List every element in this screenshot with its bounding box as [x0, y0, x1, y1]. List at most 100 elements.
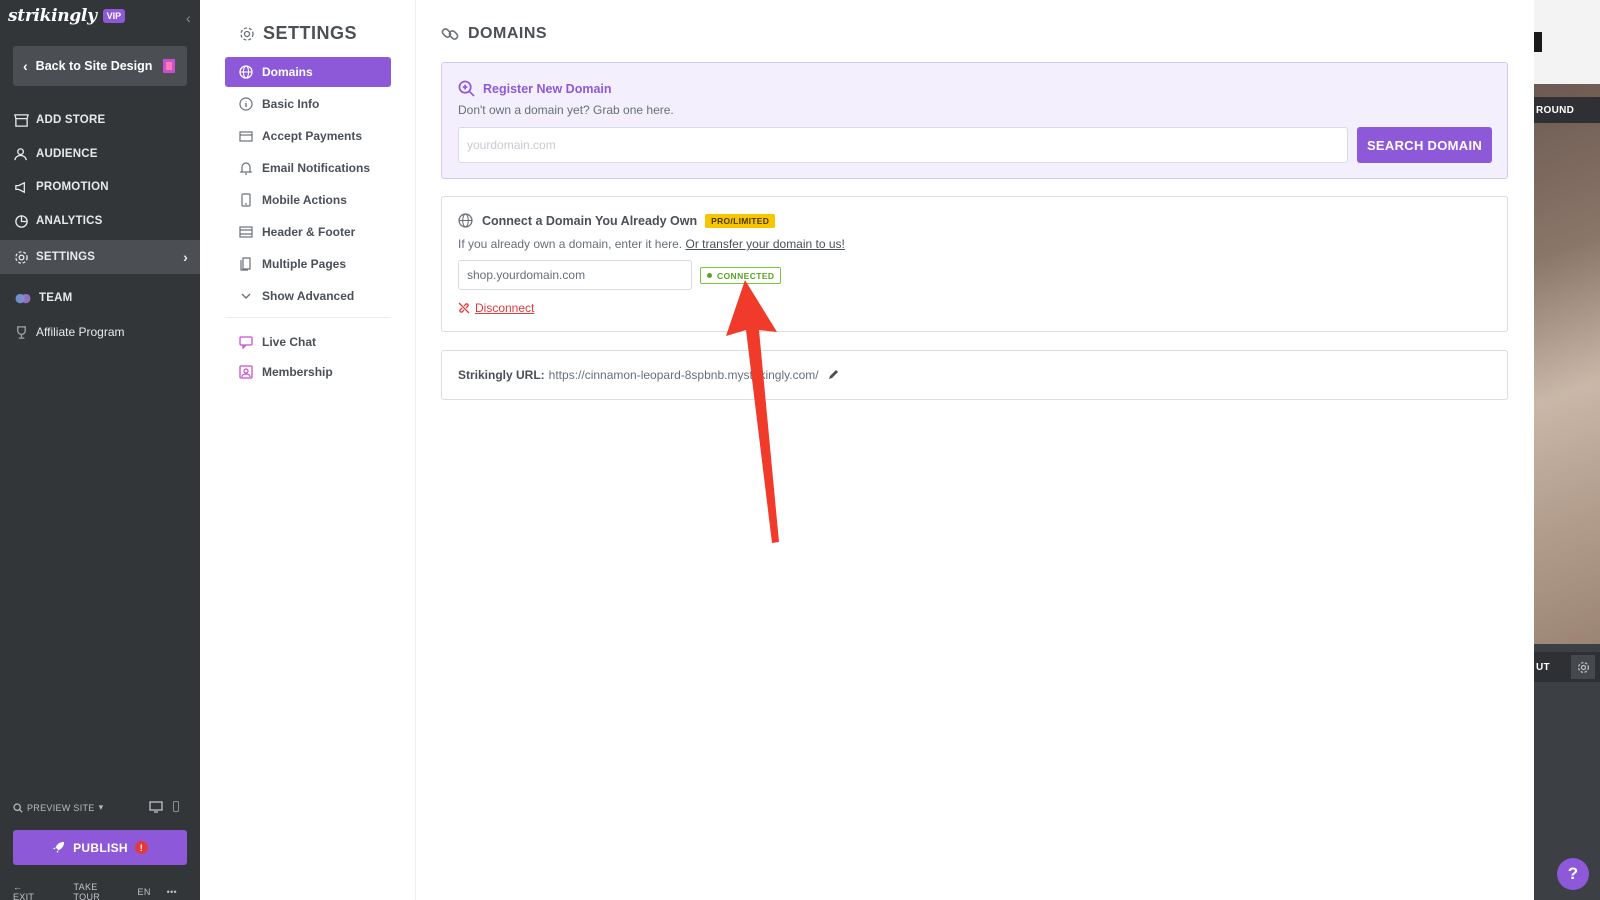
- settings-subnav: SETTINGS Domains Basic Info Accept Payme…: [200, 0, 416, 900]
- collapse-sidebar-icon[interactable]: ‹: [186, 10, 191, 26]
- preview-site-label: PREVIEW SITE: [27, 802, 95, 813]
- back-button-label: Back to Site Design: [35, 59, 153, 73]
- sidebar-item-promotion[interactable]: PROMOTION: [0, 170, 200, 204]
- settings-item-label: Membership: [262, 365, 333, 379]
- sidebar-item-audience[interactable]: AUDIENCE: [0, 137, 200, 171]
- gear-icon: [15, 250, 28, 264]
- settings-item-mobile-actions[interactable]: Mobile Actions: [225, 185, 391, 215]
- search-plus-icon: [458, 80, 475, 97]
- settings-item-label: Show Advanced: [262, 289, 355, 303]
- pencil-icon[interactable]: [827, 369, 839, 381]
- globe-icon: [239, 65, 253, 79]
- chat-icon: [239, 336, 253, 349]
- settings-item-live-chat[interactable]: Live Chat: [225, 327, 391, 357]
- pages-icon: [240, 257, 251, 271]
- language-selector[interactable]: EN: [138, 887, 151, 897]
- brand[interactable]: strikingly VIP: [8, 6, 126, 26]
- search-icon: [13, 802, 23, 813]
- disconnect-link[interactable]: Disconnect: [458, 301, 534, 315]
- unlink-icon: [458, 302, 470, 314]
- mobile-icon[interactable]: [173, 801, 179, 812]
- settings-item-basic-info[interactable]: Basic Info: [225, 89, 391, 119]
- connect-domain-card: Connect a Domain You Already Own PRO/LIM…: [441, 196, 1508, 332]
- design-icon: [163, 59, 175, 73]
- back-to-site-design-button[interactable]: ‹ Back to Site Design: [13, 46, 187, 86]
- publish-button[interactable]: PUBLISH !: [13, 830, 187, 865]
- sidebar-item-label: TEAM: [39, 292, 73, 304]
- search-domain-button[interactable]: SEARCH DOMAIN: [1357, 127, 1492, 163]
- device-toggle: [149, 801, 179, 813]
- chevron-down-icon: [241, 293, 251, 299]
- settings-item-multiple-pages[interactable]: Multiple Pages: [225, 249, 391, 279]
- custom-domain-input[interactable]: [458, 260, 692, 290]
- domains-panel: DOMAINS Register New Domain Don't own a …: [416, 0, 1534, 900]
- subnav-divider: [225, 317, 391, 318]
- preview-header: [1534, 0, 1600, 84]
- globe-icon: [458, 213, 473, 228]
- audience-icon: [14, 147, 27, 160]
- pro-limited-badge: PRO/LIMITED: [705, 213, 776, 228]
- info-icon: [239, 97, 253, 111]
- sidebar-item-label: ADD STORE: [36, 114, 106, 126]
- take-tour-button[interactable]: TAKE TOUR: [74, 882, 122, 900]
- settings-item-header-footer[interactable]: Header & Footer: [225, 217, 391, 247]
- settings-item-label: Header & Footer: [262, 225, 356, 239]
- page-title: DOMAINS: [440, 24, 547, 44]
- vip-badge: VIP: [102, 9, 126, 23]
- desktop-icon[interactable]: [149, 801, 163, 813]
- preview-layout-button[interactable]: UT: [1534, 652, 1600, 682]
- more-options-icon[interactable]: •••: [167, 887, 177, 897]
- register-domain-card: Register New Domain Don't own a domain y…: [441, 62, 1508, 179]
- link-icon: [441, 28, 459, 40]
- register-domain-label: Register New Domain: [483, 81, 612, 96]
- gear-icon[interactable]: [1571, 655, 1595, 679]
- settings-item-label: Accept Payments: [262, 129, 363, 143]
- page-title-label: DOMAINS: [468, 25, 548, 42]
- preview-background-button[interactable]: ROUND: [1534, 97, 1600, 123]
- settings-item-accept-payments[interactable]: Accept Payments: [225, 121, 391, 151]
- exit-label: EXIT: [13, 892, 35, 900]
- sidebar-item-label: AUDIENCE: [36, 148, 98, 160]
- connect-domain-title: Connect a Domain You Already Own PRO/LIM…: [458, 213, 776, 228]
- settings-title: SETTINGS: [239, 23, 357, 44]
- connected-status-label: CONNECTED: [717, 270, 775, 281]
- preview-layout-label: UT: [1536, 661, 1550, 673]
- rocket-icon: [53, 841, 65, 854]
- domain-search-input[interactable]: [458, 127, 1348, 163]
- strikingly-url-card: Strikingly URL: https://cinnamon-leopard…: [441, 350, 1508, 400]
- sidebar-item-add-store[interactable]: ADD STORE: [0, 103, 200, 137]
- sidebar-bottom-bar: ← EXIT TAKE TOUR EN •••: [13, 882, 193, 900]
- sidebar-item-label: Affiliate Program: [36, 325, 125, 339]
- settings-item-domains[interactable]: Domains: [225, 57, 391, 87]
- strikingly-url-value: https://cinnamon-leopard-8spbnb.mystriki…: [548, 368, 819, 382]
- mobile-icon: [241, 193, 251, 207]
- strikingly-logo: strikingly: [8, 6, 97, 26]
- sidebar-item-analytics[interactable]: ANALYTICS: [0, 204, 200, 238]
- preview-site-dropdown[interactable]: PREVIEW SITE ▾: [13, 802, 103, 813]
- layout-icon: [239, 226, 253, 238]
- settings-item-show-advanced[interactable]: Show Advanced: [225, 281, 391, 311]
- publish-label: PUBLISH: [73, 840, 128, 855]
- connect-domain-help-text: If you already own a domain, enter it he…: [458, 237, 683, 251]
- sidebar-item-team[interactable]: TEAM: [0, 281, 200, 315]
- settings-item-label: Email Notifications: [262, 161, 371, 175]
- settings-title-label: SETTINGS: [263, 23, 358, 43]
- sidebar-item-affiliate-program[interactable]: Affiliate Program: [0, 315, 200, 349]
- store-icon: [14, 113, 29, 127]
- settings-item-membership[interactable]: Membership: [225, 357, 391, 387]
- preview-header-block: [1534, 32, 1542, 52]
- gear-icon: [240, 26, 254, 41]
- publish-alert-badge: !: [134, 841, 148, 854]
- disconnect-label: Disconnect: [475, 301, 535, 315]
- transfer-domain-link[interactable]: Or transfer your domain to us!: [685, 237, 844, 251]
- help-button[interactable]: ?: [1557, 858, 1589, 890]
- register-domain-title: Register New Domain: [458, 80, 612, 97]
- trophy-icon: [17, 325, 26, 339]
- chevron-right-icon: ›: [183, 249, 188, 265]
- settings-item-email-notifications[interactable]: Email Notifications: [225, 153, 391, 183]
- sidebar-item-settings[interactable]: SETTINGS ›: [0, 240, 200, 274]
- sidebar-item-label: ANALYTICS: [36, 215, 103, 227]
- exit-button[interactable]: ← EXIT: [13, 882, 58, 900]
- team-icon: [15, 293, 31, 303]
- connected-status-badge: CONNECTED: [700, 267, 782, 284]
